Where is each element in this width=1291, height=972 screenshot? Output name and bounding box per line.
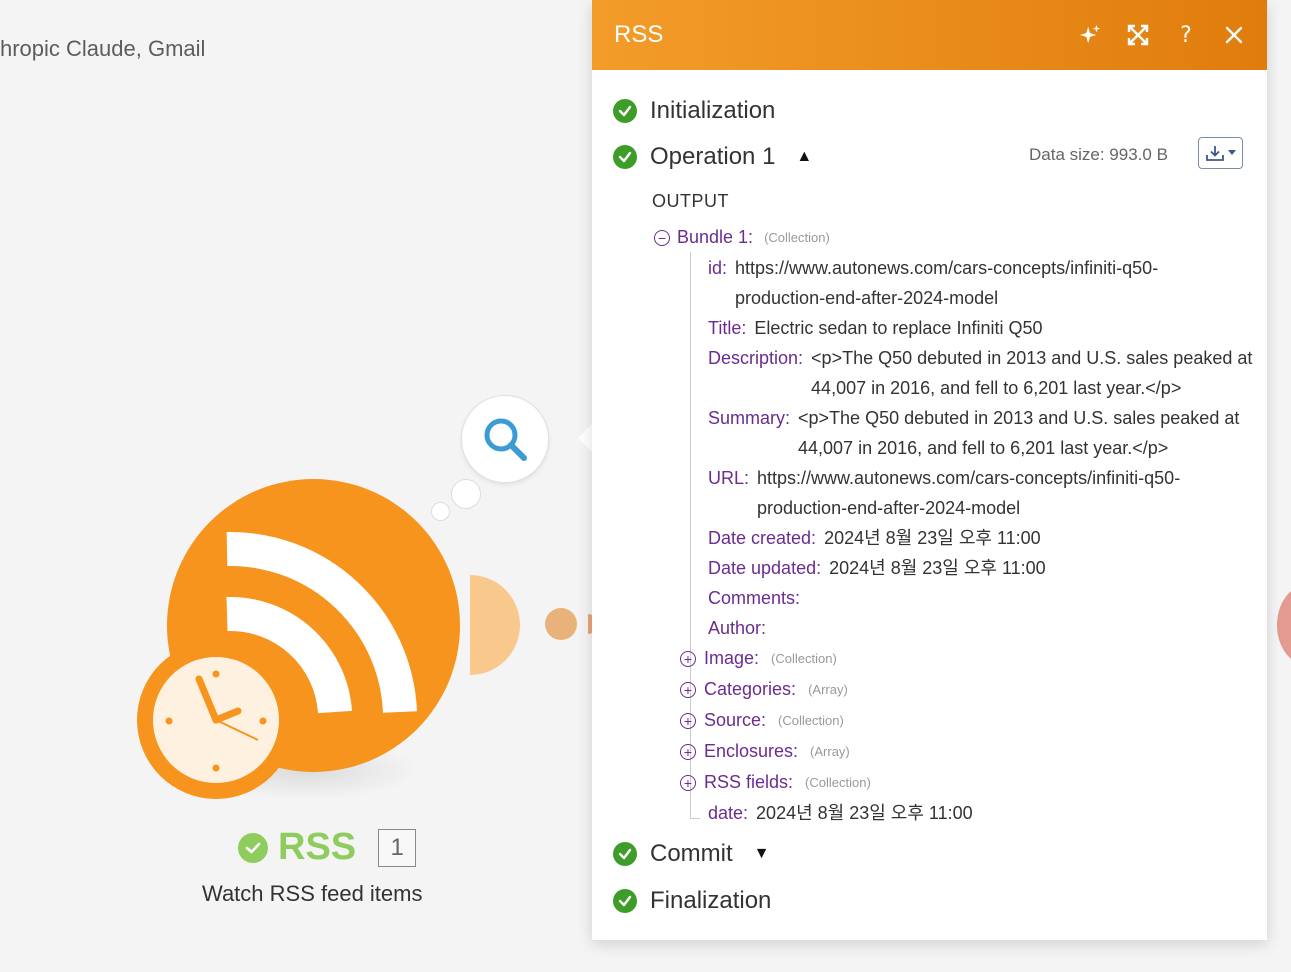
field-key: URL: <box>708 468 750 488</box>
collection-type: (Collection) <box>805 775 871 790</box>
field-key: date: <box>708 803 749 823</box>
module-connector-handle[interactable] <box>470 575 520 675</box>
field-key: Description: <box>708 348 804 368</box>
field-title: Title: Electric sedan to replace Infinit… <box>708 313 1043 343</box>
field-key: Comments: <box>708 588 801 608</box>
collection-rss-fields[interactable]: + RSS fields: (Collection) <box>680 772 871 793</box>
field-key: Title: <box>708 318 747 338</box>
expand-plus-icon[interactable]: + <box>680 774 696 791</box>
step-label: Operation 1 <box>650 143 776 170</box>
panel-pointer <box>578 424 592 452</box>
field-id: id: https://www.autonews.com/cars-concep… <box>708 253 1158 313</box>
expand-plus-icon[interactable]: + <box>680 743 696 760</box>
field-url: URL: https://www.autonews.com/cars-conce… <box>708 463 1180 523</box>
panel-title: RSS <box>614 21 664 48</box>
field-value: 2024년 8월 23일 오후 11:00 <box>829 558 1046 578</box>
tree-line <box>690 252 691 819</box>
thought-bubble-mid <box>451 479 481 509</box>
field-value: Electric sedan to replace Infiniti Q50 <box>754 318 1043 338</box>
bundle-label: Bundle 1: <box>677 227 754 247</box>
collection-type: (Collection) <box>771 651 837 666</box>
collection-key: Categories: <box>704 679 797 699</box>
scenario-title: hropic Claude, Gmail <box>0 36 206 61</box>
close-icon[interactable] <box>1223 24 1245 46</box>
chevron-down-icon[interactable]: ▼ <box>754 845 770 863</box>
sparkle-icon[interactable] <box>1079 24 1101 46</box>
inspect-bubble[interactable] <box>461 395 549 483</box>
step-commit[interactable]: Commit ▼ <box>613 840 770 868</box>
tree-line-end <box>690 818 700 819</box>
collection-key: RSS fields: <box>704 772 794 792</box>
download-button[interactable] <box>1198 137 1243 169</box>
chevron-up-icon[interactable]: ▲ <box>796 148 812 166</box>
collection-categories[interactable]: + Categories: (Array) <box>680 679 848 700</box>
panel-header: RSS ? <box>592 0 1267 70</box>
field-key: Date created: <box>708 528 817 548</box>
field-date-updated: Date updated: 2024년 8월 23일 오후 11:00 <box>708 553 1046 583</box>
field-author: Author: <box>708 613 774 643</box>
data-size: Data size: 993.0 B <box>1029 145 1168 164</box>
step-operation[interactable]: Operation 1 ▲ <box>613 143 812 171</box>
thought-bubble-small <box>431 502 450 521</box>
help-icon[interactable]: ? <box>1175 23 1197 48</box>
field-value: 2024년 8월 23일 오후 11:00 <box>756 803 973 823</box>
chevron-down-icon <box>1228 150 1236 155</box>
download-icon <box>1206 146 1224 161</box>
check-icon <box>613 889 637 913</box>
collection-key: Source: <box>704 710 767 730</box>
field-value: https://www.autonews.com/cars-concepts/i… <box>757 468 1181 518</box>
collection-enclosures[interactable]: + Enclosures: (Array) <box>680 741 850 762</box>
field-key: Author: <box>708 618 767 638</box>
bundle-row[interactable]: − Bundle 1: (Collection) <box>654 227 830 248</box>
next-module[interactable] <box>1277 585 1291 665</box>
check-icon <box>613 99 637 123</box>
field-key: id: <box>708 258 728 278</box>
expand-plus-icon[interactable]: + <box>680 712 696 729</box>
field-value: <p>The Q50 debuted in 2013 and U.S. sale… <box>798 408 1240 458</box>
field-date: date: 2024년 8월 23일 오후 11:00 <box>708 798 973 828</box>
field-comments: Comments: <box>708 583 808 613</box>
field-date-created: Date created: 2024년 8월 23일 오후 11:00 <box>708 523 1041 553</box>
output-label: OUTPUT <box>652 191 729 211</box>
field-value: https://www.autonews.com/cars-concepts/i… <box>735 258 1159 308</box>
step-label: Commit <box>650 840 733 867</box>
field-description: Description: <p>The Q50 debuted in 2013 … <box>708 343 1252 403</box>
step-label: Finalization <box>650 887 772 914</box>
field-key: Summary: <box>708 408 791 428</box>
step-initialization[interactable]: Initialization <box>613 97 775 125</box>
collection-type: (Array) <box>808 682 848 697</box>
output-inspector-panel: RSS ? Initialization Operation 1 ▲ Data … <box>592 0 1267 940</box>
collection-type: (Collection) <box>778 713 844 728</box>
bundle-type: (Collection) <box>764 230 830 245</box>
collection-key: Image: <box>704 648 760 668</box>
step-finalization[interactable]: Finalization <box>613 887 771 915</box>
collection-key: Enclosures: <box>704 741 799 761</box>
check-icon <box>613 842 637 866</box>
expand-plus-icon[interactable]: + <box>680 650 696 667</box>
module-subtitle: Watch RSS feed items <box>202 881 423 906</box>
field-summary: Summary: <p>The Q50 debuted in 2013 and … <box>708 403 1239 463</box>
collection-type: (Array) <box>810 744 850 759</box>
collection-image[interactable]: + Image: (Collection) <box>680 648 837 669</box>
module-id-badge: 1 <box>378 828 417 867</box>
field-key: Date updated: <box>708 558 822 578</box>
field-value: 2024년 8월 23일 오후 11:00 <box>824 528 1041 548</box>
check-icon <box>613 145 637 169</box>
module-name: RSS <box>278 826 357 868</box>
route-connector-dot[interactable] <box>545 608 577 640</box>
module-label-row: RSS 1 <box>238 826 417 869</box>
expand-icon[interactable] <box>1127 24 1149 46</box>
check-icon <box>238 832 268 863</box>
clock-icon <box>137 641 295 799</box>
collection-source[interactable]: + Source: (Collection) <box>680 710 844 731</box>
collapse-icon[interactable]: − <box>654 229 670 246</box>
expand-plus-icon[interactable]: + <box>680 681 696 698</box>
field-value: <p>The Q50 debuted in 2013 and U.S. sale… <box>811 348 1253 398</box>
search-icon <box>484 418 527 461</box>
step-label: Initialization <box>650 97 776 124</box>
